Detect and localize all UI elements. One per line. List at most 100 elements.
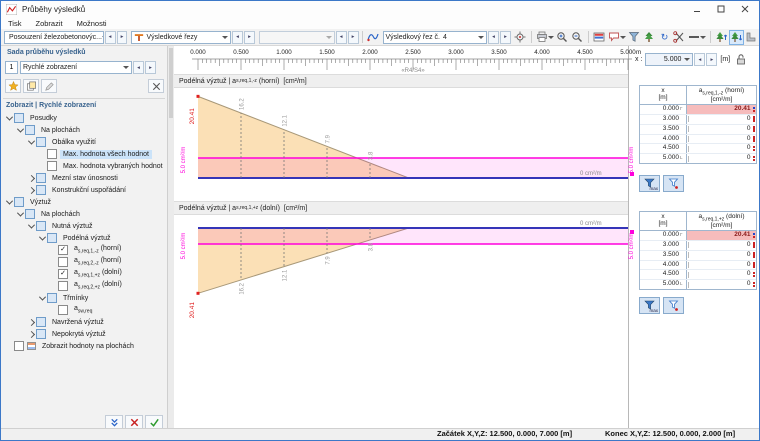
tree-checkbox[interactable] [36,137,46,147]
result-diagram-top[interactable]: 16.2 12.1 7.9 3.8 20.41 5.0 cm²/m 5.0 cm²/m 0 c… [174,88,641,201]
design-case-next-button[interactable]: ▸ [116,30,128,44]
value-cell[interactable]: 20.41 [686,105,756,115]
results-on-objects-button[interactable] [642,30,657,45]
result-diagram-bottom[interactable]: 16.2 12.1 7.9 3.8 20.41 5.0 cm²/m 5.0 cm²/m 0 c… [174,215,641,331]
tree-checkbox[interactable] [58,257,68,267]
tree-checkbox[interactable] [25,125,35,135]
value-cell[interactable]: 0 [686,270,756,280]
tree-item-label[interactable]: Konstrukční uspořádání [49,186,129,195]
filter-user-button[interactable] [663,175,684,192]
refresh-button[interactable]: ↻ [657,30,672,45]
tree-checkbox[interactable] [58,281,68,291]
table-row[interactable]: 3.500 0 [640,124,756,135]
tree-expander-icon[interactable] [27,330,36,338]
design-case-prev-button[interactable]: ◂ [104,30,116,44]
x-cell[interactable]: 4.500 [640,144,686,153]
tree-expander-icon[interactable] [38,293,47,301]
locate-section-button[interactable] [513,30,528,45]
tree-item-label[interactable]: as,req,1,-z (horní) [71,244,124,255]
filter-user-button[interactable] [663,297,684,314]
tree-item[interactable]: Mezní stav únosnosti [1,172,167,184]
table-row[interactable]: 4.000 0 [640,134,756,145]
tree-item-label[interactable]: Podélná výztuž [60,234,113,243]
view-type-next-button[interactable]: ▸ [243,30,255,44]
tree-item[interactable]: Podélná výztuž [1,232,167,244]
table-row[interactable]: 4.500 0 [640,270,756,281]
dock-button[interactable] [744,30,759,45]
minimize-icon[interactable] [685,2,709,15]
tree-item-label[interactable]: Zobrazit hodnoty na plochách [39,342,137,351]
value-cell[interactable]: 0 [686,144,756,154]
value-cell[interactable]: 0 [686,134,756,144]
tree-item[interactable]: as,req,2,-z (horní) [1,256,167,268]
tree-checkbox[interactable] [14,197,24,207]
new-set-button[interactable] [5,79,21,93]
table-row[interactable]: 4.000 0 [640,260,756,271]
view-type-prev-button[interactable]: ◂ [232,30,243,44]
menu-view[interactable]: Zobrazit [28,19,69,28]
line-style-button[interactable] [687,30,707,45]
tree-item-label[interactable]: Posudky [27,114,60,123]
empty-combo-next-button[interactable]: ▸ [347,30,359,44]
tree-item[interactable]: asw,req [1,304,167,316]
tree-item-label[interactable]: Max. hodnota všech hodnot [60,149,153,159]
tree-checkbox[interactable] [47,293,57,303]
close-icon[interactable] [733,2,757,15]
print-button[interactable] [535,30,555,45]
tree-item-label[interactable]: Navržená výztuž [49,318,107,327]
clip-section-button[interactable] [672,30,687,45]
x-cell[interactable]: 0.000 Γ [640,231,686,240]
table-row[interactable]: 0.000 Γ 20.41 [640,231,756,242]
x-cell[interactable]: 5.000 L [640,280,686,289]
table-row[interactable]: 3.500 0 [640,250,756,261]
menu-print[interactable]: Tisk [1,19,28,28]
unlock-icon[interactable] [735,53,747,66]
tree-item-label[interactable]: Obálka využití [49,138,99,147]
diagram-below-button[interactable] [728,29,744,45]
table-row[interactable]: 3.000 0 [640,115,756,125]
tree-item[interactable]: Navržená výztuž [1,316,167,328]
diagram-pin-button[interactable] [366,30,381,45]
tree-item-label[interactable]: Na plochách [38,210,83,219]
value-cell[interactable]: 0 [686,154,756,164]
set-prev-button[interactable]: ◂ [133,61,144,74]
tree-checkbox[interactable] [14,113,24,123]
copy-set-button[interactable] [23,79,39,93]
tree-item[interactable]: as,req,2,+z (dolní) [1,280,167,292]
tree-checkbox[interactable] [47,149,57,159]
tree-expander-icon[interactable] [16,125,25,133]
tree-expander-icon[interactable] [27,318,36,326]
x-cell[interactable]: 3.500 [640,125,686,134]
tree-expander-icon[interactable] [5,197,14,205]
value-cell[interactable]: 0 [686,124,756,134]
tree-item[interactable]: ✓ as,req,1,+z (dolní) [1,268,167,280]
x-cell[interactable]: 0.000 Γ [640,105,686,114]
delete-set-button[interactable] [148,79,164,93]
empty-combo-prev-button[interactable]: ◂ [335,30,347,44]
tree-item[interactable]: Konstrukční uspořádání [1,184,167,196]
result-section-next-button[interactable]: ▸ [500,30,511,44]
x-cell[interactable]: 4.000 [640,261,686,270]
tree-item-label[interactable]: Mezní stav únosnosti [49,174,121,183]
tree-expander-icon[interactable] [27,186,36,194]
tree-item[interactable]: Na plochách [1,124,167,136]
value-cell[interactable]: 0 [686,241,756,250]
tree-item-label[interactable]: Max. hodnota vybraných hodnot [60,162,166,171]
filter-max-button[interactable]: max [639,297,660,314]
tree-item[interactable]: Max. hodnota vybraných hodnot [1,160,167,172]
tree-item[interactable]: Zobrazit hodnoty na plochách [1,340,167,352]
tree-checkbox[interactable]: ✓ [58,245,68,255]
tree-item-label[interactable]: Výztuž [27,198,54,207]
zoom-in-button[interactable] [555,30,570,45]
tree-checkbox[interactable] [25,209,35,219]
tree-item-label[interactable]: Třmínky [60,294,91,303]
value-cell[interactable]: 0 [686,250,756,260]
tree-item-label[interactable]: as,req,1,+z (dolní) [71,268,125,279]
tree-item[interactable]: Obálka využití [1,136,167,148]
x-cell[interactable]: 5.000 L [640,154,686,163]
tree-checkbox[interactable] [47,233,57,243]
tree-item[interactable]: Nutná výztuž [1,220,167,232]
tree-item-label[interactable]: Nepokrytá výztuž [49,330,109,339]
tree-expander-icon[interactable] [27,137,36,145]
tree-expander-icon[interactable] [5,113,14,121]
